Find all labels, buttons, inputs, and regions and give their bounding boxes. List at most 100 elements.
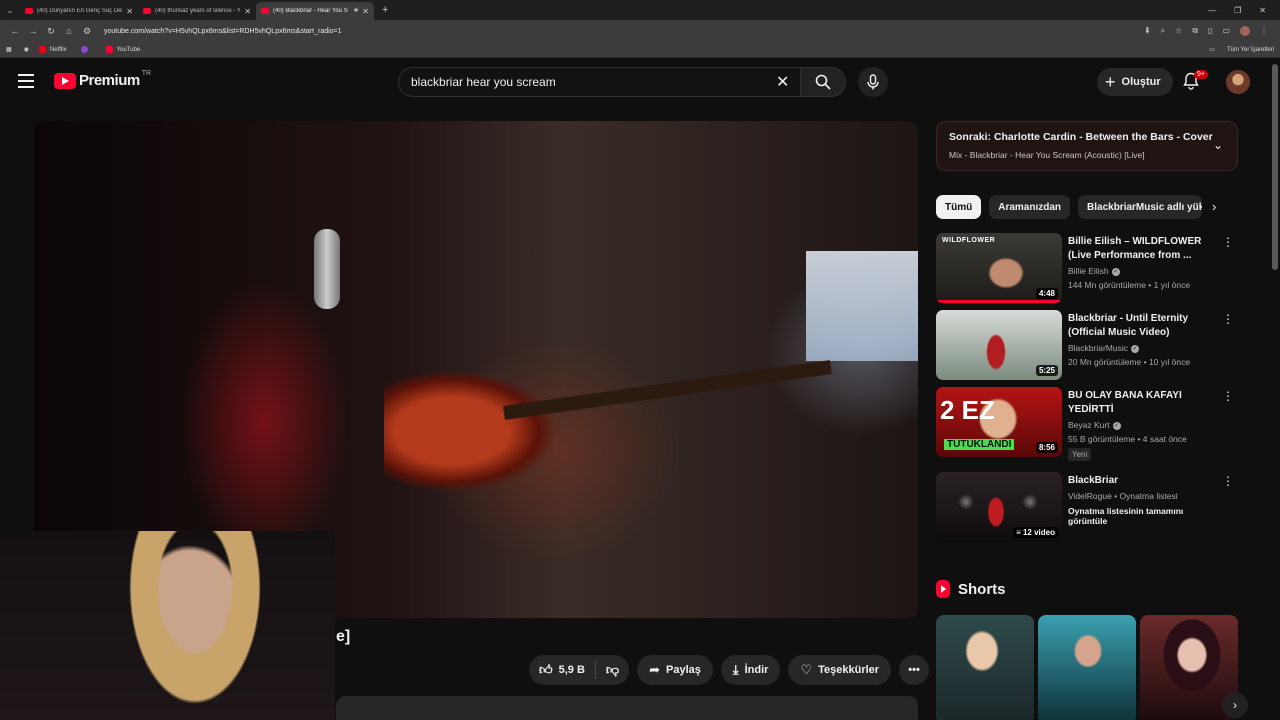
profile-avatar-icon[interactable] (1240, 26, 1250, 36)
extensions-icon[interactable]: ⧉ (1192, 26, 1198, 36)
playlist-thumbnail[interactable]: ≡ 12 video (936, 472, 1062, 542)
recommendation-item[interactable]: 5:25 Blackbriar - Until Eternity (Offici… (936, 310, 1238, 380)
video-thumbnail[interactable]: 2 EZ TUTUKLANDI 8:56 (936, 387, 1062, 457)
sidebar-icon[interactable]: ▯ (1208, 26, 1212, 36)
bookmark-netflix[interactable]: Netflix (38, 46, 67, 53)
video-title[interactable]: Blackbriar - Until Eternity (Official Mu… (1068, 312, 1218, 340)
shorts-title: Shorts (958, 580, 1006, 598)
youtube-favicon-icon (143, 8, 151, 14)
url-field[interactable]: youtube.com/watch?v=H5vhQLpx6ms&list=RDH… (104, 28, 1144, 35)
browser-menu-icon[interactable]: ⋮ (1260, 26, 1268, 36)
up-next-panel[interactable]: Sonraki: Charlotte Cardin - Between the … (936, 121, 1238, 171)
dislike-button[interactable]: 👎︎ (596, 655, 629, 685)
search-input[interactable]: blackbriar hear you scream (398, 67, 800, 97)
playlist-count: 12 video (1022, 528, 1055, 537)
clear-search-icon[interactable]: ✕ (776, 72, 789, 92)
download-icon: ⤓ (732, 662, 739, 677)
search-button[interactable] (800, 67, 846, 97)
recommendation-item[interactable]: 2 EZ TUTUKLANDI 8:56 BU OLAY BANA KAFAYI… (936, 387, 1238, 461)
chip-all[interactable]: Tümü (936, 195, 982, 219)
thanks-button[interactable]: ♡ Teşekkürler (788, 655, 892, 685)
video-meta: 20 Mn görüntüleme • 10 yıl önce (1068, 357, 1191, 367)
close-tab-icon[interactable]: ✕ (244, 7, 251, 16)
more-vertical-icon[interactable]: ⋮ (1222, 235, 1234, 249)
bookmark-extension-icon[interactable] (80, 46, 92, 53)
youtube-header: Premium TR blackbriar hear you scream ✕ … (0, 60, 1280, 104)
home-icon[interactable]: ⌂ (60, 26, 78, 36)
cast-icon[interactable]: ▭ (1222, 26, 1230, 36)
short-thumbnail[interactable] (1038, 615, 1136, 720)
chip-from-search[interactable]: Aramanızdan (989, 195, 1071, 219)
more-vertical-icon[interactable]: ⋮ (1222, 312, 1234, 326)
more-actions-button[interactable]: ••• (899, 655, 930, 685)
zoom-icon[interactable]: ⌕ (1161, 26, 1165, 36)
up-next-subtitle: Mix - Blackbriar - Hear You Scream (Acou… (949, 150, 1145, 160)
maximize-icon[interactable]: ❐ (1234, 6, 1241, 15)
download-button[interactable]: ⤓ İndir (720, 655, 781, 685)
microphone-icon (867, 74, 879, 90)
playlist-count-badge: ≡ 12 video (1013, 527, 1058, 538)
close-tab-icon[interactable]: ✕ (362, 7, 369, 16)
speaker-icon[interactable]: 🔊︎ (354, 7, 358, 15)
tab-search-icon[interactable]: ⌄ (0, 0, 20, 20)
chevron-down-icon[interactable]: ⌄ (1213, 138, 1223, 152)
new-tab-button[interactable]: + (382, 4, 388, 16)
site-info-icon[interactable]: ⚙ (78, 26, 96, 37)
close-tab-icon[interactable]: ✕ (126, 7, 133, 16)
back-icon[interactable]: ← (6, 26, 24, 36)
browser-tab-3-active[interactable]: (40) Blackbriar - Hear You S 🔊︎ ✕ (256, 2, 374, 20)
channel-name[interactable]: Beyaz Kurt ✓ (1068, 420, 1218, 430)
short-thumbnail[interactable] (936, 615, 1034, 720)
menu-icon[interactable] (18, 74, 34, 88)
close-window-icon[interactable]: ✕ (1259, 6, 1266, 15)
bookmark-youtube[interactable]: YouTube (105, 46, 140, 53)
more-vertical-icon[interactable]: ⋮ (1222, 474, 1234, 488)
more-vertical-icon[interactable]: ⋮ (1222, 389, 1234, 403)
chrome-icon[interactable]: ◉ (24, 46, 29, 53)
like-button[interactable]: 👍︎ 5,9 B (529, 655, 595, 685)
video-thumbnail[interactable]: WILDFLOWER 4:48 (936, 233, 1062, 303)
reload-icon[interactable]: ↻ (42, 26, 60, 37)
webcam-person (120, 531, 270, 720)
youtube-premium-logo[interactable]: Premium TR (54, 70, 151, 89)
view-full-playlist-link[interactable]: Oynatma listesinin tamamını görüntüle (1068, 506, 1218, 526)
tab-title: (40) Blackbriar - Hear You S (273, 8, 348, 14)
playlist-title[interactable]: BlackBriar (1068, 474, 1218, 488)
shorts-next-button[interactable]: › (1222, 692, 1248, 718)
browser-tab-1[interactable]: (40) Dünyanın En Genç Suç Del ✕ (20, 2, 138, 20)
bookmark-label: Netflix (49, 46, 67, 53)
all-bookmarks[interactable]: ▭ Tüm Yer İşaretleri (1209, 46, 1274, 54)
duration-badge: 5:25 (1035, 365, 1058, 376)
youtube-favicon-icon (261, 8, 269, 14)
thumbnail-text: TUTUKLANDI (944, 439, 1015, 450)
playlist-item[interactable]: ≡ 12 video BlackBriar VidelRogue • Oynat… (936, 472, 1238, 542)
video-frame-microphone (314, 229, 340, 309)
chevron-right-icon[interactable]: › (1212, 199, 1216, 214)
video-info: BU OLAY BANA KAFAYI YEDİRTTİ Beyaz Kurt ✓… (1068, 389, 1218, 462)
voice-search-button[interactable] (858, 67, 888, 97)
browser-tab-2[interactable]: (40) thurisaz years of silence - Y ✕ (138, 2, 256, 20)
user-avatar[interactable] (1226, 70, 1250, 94)
chip-channel-uploads[interactable]: BlackbriarMusic adlı yük (1078, 195, 1203, 219)
create-button[interactable]: + Oluştur (1097, 68, 1173, 96)
channel-name[interactable]: BlackbriarMusic ✓ (1068, 343, 1218, 353)
recommendation-item[interactable]: WILDFLOWER 4:48 Billie Eilish – WILDFLOW… (936, 233, 1238, 303)
video-title[interactable]: Billie Eilish – WILDFLOWER (Live Perform… (1068, 235, 1218, 263)
share-button[interactable]: ➦ Paylaş (637, 655, 713, 685)
chevron-right-icon: › (1233, 698, 1237, 712)
channel-name[interactable]: Billie Eilish ✓ (1068, 266, 1218, 276)
video-info: Billie Eilish – WILDFLOWER (Live Perform… (1068, 235, 1218, 290)
install-icon[interactable]: ⬇ (1144, 26, 1151, 36)
page-scrollbar[interactable] (1272, 64, 1278, 270)
forward-icon[interactable]: → (24, 26, 42, 36)
bookmark-star-icon[interactable]: ☆ (1175, 26, 1182, 36)
video-title[interactable]: BU OLAY BANA KAFAYI YEDİRTTİ (1068, 389, 1218, 417)
minimize-icon[interactable]: — (1208, 6, 1216, 15)
new-badge: Yeni (1068, 448, 1092, 461)
video-thumbnail[interactable]: 5:25 (936, 310, 1062, 380)
channel-label: Beyaz Kurt (1068, 420, 1110, 430)
video-frame-guitar (384, 371, 554, 491)
description-box[interactable] (336, 696, 918, 720)
apps-grid-icon[interactable]: ▦ (6, 46, 12, 53)
playlist-channel[interactable]: VidelRogue • Oynatma listesi (1068, 491, 1218, 501)
